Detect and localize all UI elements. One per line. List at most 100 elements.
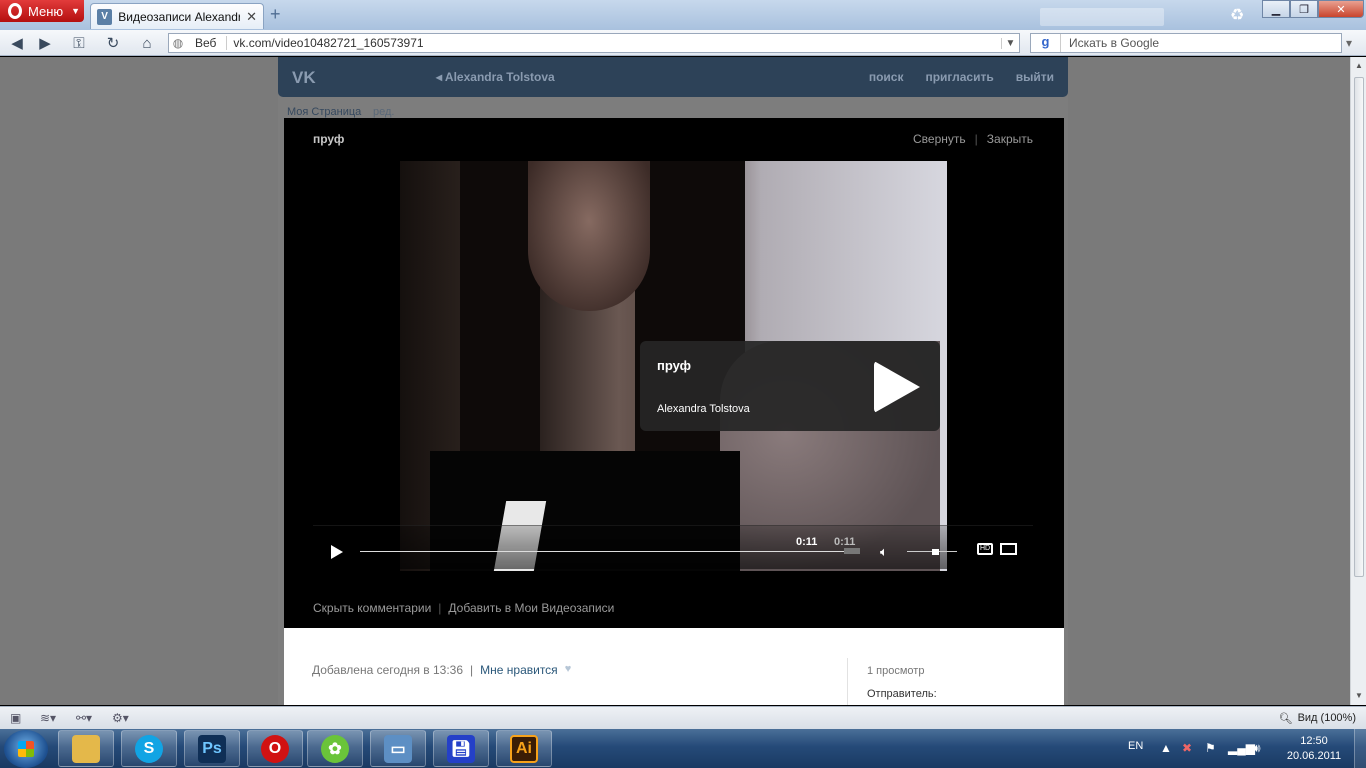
- flag-icon[interactable]: ⚑: [1205, 741, 1216, 755]
- speaker-icon[interactable]: 🔊︎: [1253, 741, 1261, 756]
- key-icon[interactable]: ⚿: [66, 32, 92, 54]
- browser-tab-bar: Меню ▼ V Видеозаписи Alexandr... ✕ + ♻ ▁…: [0, 0, 1366, 30]
- hd-toggle-icon[interactable]: HD: [977, 543, 993, 555]
- added-date: Добавлена сегодня в 13:36: [312, 663, 464, 677]
- taskbar-app-photoshop[interactable]: Ps: [184, 730, 240, 767]
- reload-icon[interactable]: ↻: [100, 32, 126, 54]
- nav-invite-link[interactable]: пригласить: [925, 70, 993, 84]
- vk-logo[interactable]: VK: [292, 68, 316, 88]
- tab-close-button[interactable]: ✕: [246, 9, 257, 25]
- chevron-down-icon[interactable]: ▾: [1346, 36, 1352, 50]
- taskbar-app-opera[interactable]: O: [247, 730, 303, 767]
- tab-active[interactable]: V Видеозаписи Alexandr... ✕: [90, 3, 264, 29]
- my-page-link[interactable]: Моя Страница: [287, 106, 361, 118]
- overlay-author[interactable]: Alexandra Tolstova: [657, 403, 750, 415]
- address-bar[interactable]: ◍ Веб vk.com/video10482721_160573971 ▼: [168, 33, 1020, 53]
- vk-header: VK ◂ Alexandra Tolstova поиск пригласить…: [278, 57, 1068, 97]
- clock-date: 20.06.2011: [1286, 750, 1342, 762]
- image-viewer-icon: ▭: [384, 734, 412, 763]
- scrollbar-thumb[interactable]: [1354, 77, 1364, 577]
- divider: [847, 658, 848, 705]
- scroll-up-icon[interactable]: ▲: [1351, 59, 1366, 73]
- network-error-icon[interactable]: ✖: [1182, 741, 1192, 755]
- trash-icon[interactable]: ♻: [1230, 5, 1244, 25]
- taskbar-app-save[interactable]: 💾︎: [433, 730, 489, 767]
- progress-track[interactable]: [360, 551, 860, 552]
- separator: |: [438, 601, 442, 615]
- system-clock[interactable]: 12:50 20.06.2011: [1285, 734, 1343, 764]
- new-tab-button[interactable]: +: [270, 4, 281, 25]
- fullscreen-icon[interactable]: [1000, 543, 1017, 555]
- background-window-search: [1040, 8, 1164, 26]
- like-link[interactable]: Мне нравится: [480, 663, 558, 677]
- opera-menu-label: Меню: [28, 3, 64, 19]
- add-to-videos-link[interactable]: Добавить в Мои Видеозаписи: [448, 601, 614, 615]
- vk-favicon-icon: V: [97, 8, 113, 25]
- edit-link[interactable]: ред.: [373, 106, 394, 118]
- google-icon[interactable]: g: [1031, 34, 1061, 52]
- video-title: пруф: [313, 132, 345, 146]
- browser-status-bar: ▣ ≋▾ ⚯▾ ⚙▾ 🔍︎ Вид (100%): [0, 706, 1366, 729]
- back-to-profile-link[interactable]: ◂ Alexandra Tolstova: [436, 70, 555, 84]
- minimize-button[interactable]: ▁: [1262, 0, 1290, 18]
- taskbar-app-skype[interactable]: S: [121, 730, 177, 767]
- language-indicator[interactable]: EN: [1128, 740, 1143, 752]
- video-frame[interactable]: пруф Alexandra Tolstova: [400, 161, 947, 571]
- separator: |: [974, 132, 978, 146]
- maximize-button[interactable]: ❐: [1290, 0, 1318, 18]
- back-link-label: Alexandra Tolstova: [444, 70, 555, 84]
- close-video-link[interactable]: Закрыть: [987, 132, 1033, 146]
- nav-search-link[interactable]: поиск: [869, 70, 904, 84]
- volume-handle[interactable]: [932, 549, 939, 555]
- page-scrollbar[interactable]: ▲ ▼: [1350, 57, 1366, 705]
- icq-flower-icon: ✿: [321, 734, 349, 763]
- opera-menu-button[interactable]: Меню ▼: [0, 0, 84, 22]
- progress-handle[interactable]: [844, 548, 860, 554]
- player-controls: 0:11 0:11 🔈︎ HD: [313, 525, 1033, 569]
- windows-logo-icon: [18, 741, 34, 757]
- turbo-icon[interactable]: ≋▾: [40, 711, 56, 725]
- home-icon[interactable]: ⌂: [134, 32, 160, 54]
- url-text[interactable]: vk.com/video10482721_160573971: [227, 36, 1001, 50]
- speaker-icon[interactable]: 🔈︎: [880, 544, 888, 560]
- start-button[interactable]: [4, 730, 48, 768]
- taskbar-app-illustrator[interactable]: Ai: [496, 730, 552, 767]
- video-popup-actions: Свернуть | Закрыть: [913, 132, 1033, 146]
- separator: |: [470, 663, 474, 677]
- video-info-panel: Добавлена сегодня в 13:36 | Мне нравится…: [284, 628, 1064, 705]
- heart-icon[interactable]: ♥: [565, 663, 572, 677]
- show-hidden-icons-icon[interactable]: ▲: [1160, 741, 1172, 755]
- signal-icon[interactable]: ▂▄▆: [1228, 741, 1255, 755]
- scroll-down-icon[interactable]: ▼: [1351, 689, 1366, 703]
- forward-arrow-icon[interactable]: ▶: [32, 32, 58, 54]
- big-play-icon[interactable]: [874, 361, 920, 413]
- globe-icon: ◍: [172, 36, 184, 50]
- unite-icon[interactable]: ⚯▾: [76, 711, 92, 725]
- opera-icon: O: [261, 734, 289, 763]
- video-info-overlay[interactable]: пруф Alexandra Tolstova: [640, 341, 940, 431]
- play-icon[interactable]: [331, 545, 343, 559]
- taskbar-app-image-viewer[interactable]: ▭: [370, 730, 426, 767]
- taskbar-app-explorer[interactable]: [58, 730, 114, 767]
- close-window-button[interactable]: ✕: [1318, 0, 1364, 18]
- search-engine-label[interactable]: Веб: [187, 36, 228, 50]
- view-count: 1 просмотр: [867, 665, 925, 677]
- show-desktop-button[interactable]: [1354, 729, 1366, 768]
- floppy-disk-icon: 💾︎: [447, 734, 475, 763]
- search-input[interactable]: Искать в Google: [1061, 36, 1159, 50]
- google-search-box[interactable]: g Искать в Google: [1030, 33, 1342, 53]
- zoom-icon: 🔍︎: [1278, 713, 1293, 725]
- time-current: 0:11: [796, 536, 818, 548]
- panel-toggle-icon[interactable]: ▣: [10, 711, 21, 725]
- clock-time: 12:50: [1300, 735, 1328, 747]
- taskbar-app-icq[interactable]: ✿: [307, 730, 363, 767]
- tab-title: Видеозаписи Alexandr...: [118, 9, 241, 24]
- settings-icon[interactable]: ⚙▾: [112, 711, 129, 725]
- browser-navigation-bar: ◀ ▶ ⚿ ↻ ⌂ ◍ Веб vk.com/video10482721_160…: [0, 30, 1366, 56]
- nav-logout-link[interactable]: выйти: [1016, 70, 1054, 84]
- chevron-down-icon[interactable]: ▼: [1001, 37, 1019, 49]
- zoom-control[interactable]: 🔍︎ Вид (100%): [1279, 712, 1356, 725]
- hide-comments-link[interactable]: Скрыть комментарии: [313, 601, 431, 615]
- back-arrow-icon[interactable]: ◀: [4, 32, 30, 54]
- minimize-video-link[interactable]: Свернуть: [913, 132, 966, 146]
